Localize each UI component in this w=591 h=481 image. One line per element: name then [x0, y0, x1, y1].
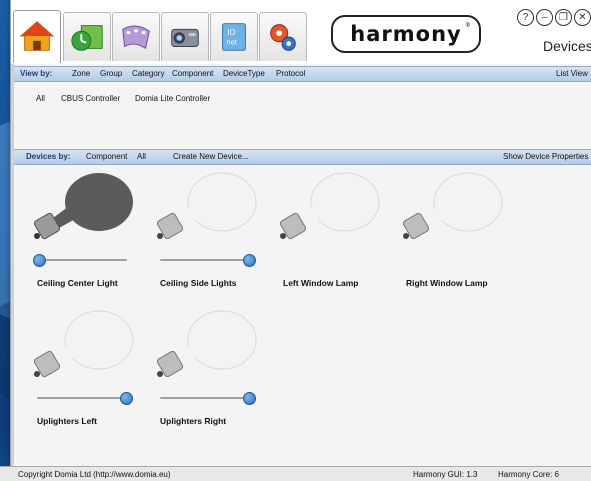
list-view-link[interactable]: List View	[556, 69, 588, 78]
filter-domia-lite-controller[interactable]: Domia Lite Controller	[135, 94, 210, 103]
tab-ir[interactable]: IO net	[210, 12, 258, 61]
lightbulb-on-icon	[33, 310, 134, 378]
view-devicetype[interactable]: DeviceType	[223, 69, 265, 78]
device-label: Ceiling Center Light	[37, 278, 118, 288]
device-card[interactable]: Uplighters Right	[154, 308, 264, 428]
devices-by-bar: Devices by: Component All Create New Dev…	[14, 149, 591, 165]
projector-icon	[171, 28, 199, 47]
status-bar: Copyright Domia Ltd (http://www.domia.eu…	[0, 466, 591, 481]
lightbulb-on-icon	[402, 172, 503, 240]
view-by-bar: View by: Zone Group Category Component D…	[14, 66, 591, 82]
lightbulb-off-icon	[33, 173, 133, 240]
device-card[interactable]: Uplighters Left	[31, 308, 141, 428]
device-card[interactable]: Left Window Lamp	[277, 170, 387, 290]
device-card[interactable]: Right Window Lamp	[400, 170, 510, 290]
view-by-label: View by:	[20, 69, 53, 78]
lightbulb-on-icon	[279, 172, 380, 240]
tab-settings[interactable]	[259, 12, 307, 61]
dimmer-knob[interactable]	[243, 254, 256, 267]
device-label: Uplighters Left	[37, 416, 97, 426]
harmony-logo: harmony ®	[331, 15, 481, 53]
minimize-button[interactable]: –	[536, 9, 553, 26]
svg-text:net: net	[226, 39, 237, 47]
device-label: Left Window Lamp	[283, 278, 359, 288]
logo-text: harmony	[350, 22, 462, 46]
filter-all[interactable]: All	[36, 94, 45, 103]
dimmer-track	[37, 259, 127, 261]
help-button[interactable]: ?	[517, 9, 534, 26]
tab-scenes[interactable]	[112, 12, 160, 61]
dimmer-track	[37, 397, 127, 399]
dimmer-track	[160, 397, 250, 399]
device-card[interactable]: Ceiling Center Light	[31, 170, 141, 290]
close-button[interactable]: ✕	[574, 9, 591, 26]
page-title: Devices	[543, 38, 591, 54]
svg-text:IO: IO	[227, 28, 235, 37]
harmony-window: IO net harmony ® ? – ❐ ✕ Devices View by:…	[10, 0, 591, 466]
dimmer-knob[interactable]	[120, 392, 133, 405]
dimmer-knob[interactable]	[33, 254, 46, 267]
show-device-properties-link[interactable]: Show Device Properties	[503, 152, 588, 161]
home-icon	[19, 21, 55, 51]
devices-component[interactable]: Component	[86, 152, 127, 161]
restore-button[interactable]: ❐	[555, 9, 572, 26]
device-label: Right Window Lamp	[406, 278, 488, 288]
copyright-text: Copyright Domia Ltd (http://www.domia.eu…	[18, 470, 171, 479]
view-protocol[interactable]: Protocol	[276, 69, 305, 78]
ir-net-icon: IO net	[222, 23, 246, 51]
tab-schedule[interactable]	[63, 12, 111, 61]
gears-icon	[270, 24, 296, 51]
dimmer-track	[160, 259, 250, 261]
filmstrip-icon	[122, 25, 150, 50]
core-version: Harmony Core: 6	[498, 470, 559, 479]
view-zone[interactable]: Zone	[72, 69, 90, 78]
devices-by-label: Devices by:	[26, 152, 71, 161]
tab-home[interactable]	[13, 10, 61, 63]
view-category[interactable]: Category	[132, 69, 164, 78]
device-label: Uplighters Right	[160, 416, 227, 426]
create-new-device-link[interactable]: Create New Device...	[173, 152, 249, 161]
view-group[interactable]: Group	[100, 69, 122, 78]
clock-calendar-icon	[71, 25, 103, 51]
dimmer-knob[interactable]	[243, 392, 256, 405]
device-label: Ceiling Side Lights	[160, 278, 237, 288]
view-component[interactable]: Component	[172, 69, 213, 78]
filter-cbus-controller[interactable]: CBUS Controller	[61, 94, 120, 103]
tab-devices[interactable]	[161, 12, 209, 61]
toolbar: IO net harmony ® ? – ❐ ✕ Devices	[11, 0, 591, 64]
devices-all[interactable]: All	[137, 152, 146, 161]
left-border	[11, 64, 14, 466]
gui-version: Harmony GUI: 1.3	[413, 470, 478, 479]
lightbulb-on-icon	[156, 172, 257, 240]
device-card[interactable]: Ceiling Side Lights	[154, 170, 264, 290]
lightbulb-on-icon	[156, 310, 257, 378]
